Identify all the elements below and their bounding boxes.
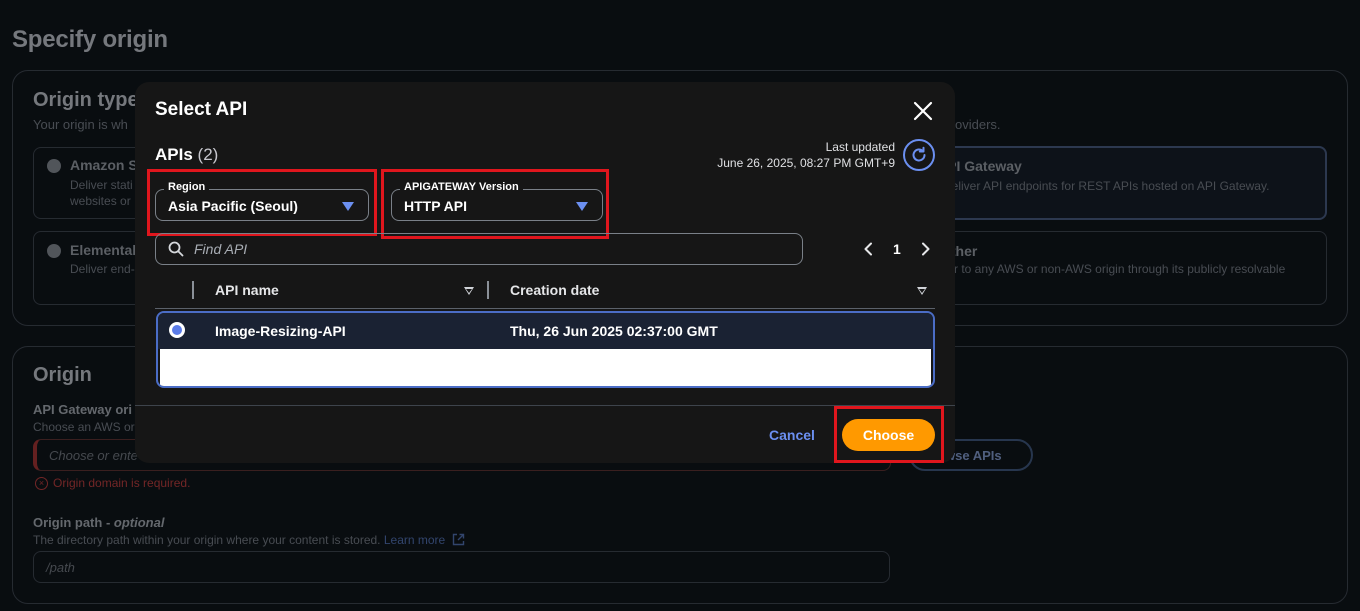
- chevron-left-icon: [864, 242, 872, 256]
- sort-api-name-icon[interactable]: [464, 287, 474, 295]
- search-input[interactable]: [194, 241, 754, 257]
- column-separator: [192, 281, 194, 299]
- column-header-creation-date[interactable]: Creation date: [510, 280, 599, 300]
- close-icon: [913, 101, 933, 121]
- table-body: Image-Resizing-API Thu, 26 Jun 2025 02:3…: [156, 311, 935, 388]
- row-radio-selected[interactable]: [169, 322, 185, 338]
- refresh-icon: [912, 146, 926, 162]
- version-highlight-box: [381, 169, 609, 239]
- chevron-right-icon: [921, 242, 930, 256]
- last-updated-value: June 26, 2025, 08:27 PM GMT+9: [717, 156, 895, 170]
- refresh-button[interactable]: [903, 139, 935, 171]
- region-highlight-box: [147, 169, 377, 236]
- last-updated-label: Last updated: [825, 140, 895, 154]
- choose-highlight-box: [834, 406, 944, 463]
- pagination: 1: [861, 240, 933, 258]
- apis-heading: APIs (2): [155, 145, 218, 165]
- find-api-search: [155, 233, 803, 265]
- search-icon: [168, 241, 184, 257]
- current-page[interactable]: 1: [893, 241, 901, 257]
- table-header-divider: [155, 308, 935, 309]
- next-page-button[interactable]: [919, 240, 933, 258]
- close-button[interactable]: [911, 99, 935, 123]
- apis-label: APIs: [155, 145, 193, 164]
- prev-page-button[interactable]: [861, 240, 875, 258]
- select-api-modal: Select API APIs (2) Last updated June 26…: [135, 82, 955, 463]
- column-separator: [487, 281, 489, 299]
- column-header-api-name[interactable]: API name: [215, 280, 279, 300]
- footer-divider: [135, 405, 955, 406]
- apis-count: (2): [197, 145, 219, 164]
- modal-title: Select API: [155, 99, 248, 120]
- table-row[interactable]: Image-Resizing-API Thu, 26 Jun 2025 02:3…: [158, 313, 933, 349]
- cancel-button[interactable]: Cancel: [769, 427, 815, 443]
- cell-creation-date: Thu, 26 Jun 2025 02:37:00 GMT: [510, 323, 718, 339]
- cell-api-name: Image-Resizing-API: [215, 323, 346, 339]
- empty-row-area: [160, 349, 931, 386]
- sort-creation-date-icon[interactable]: [917, 287, 927, 295]
